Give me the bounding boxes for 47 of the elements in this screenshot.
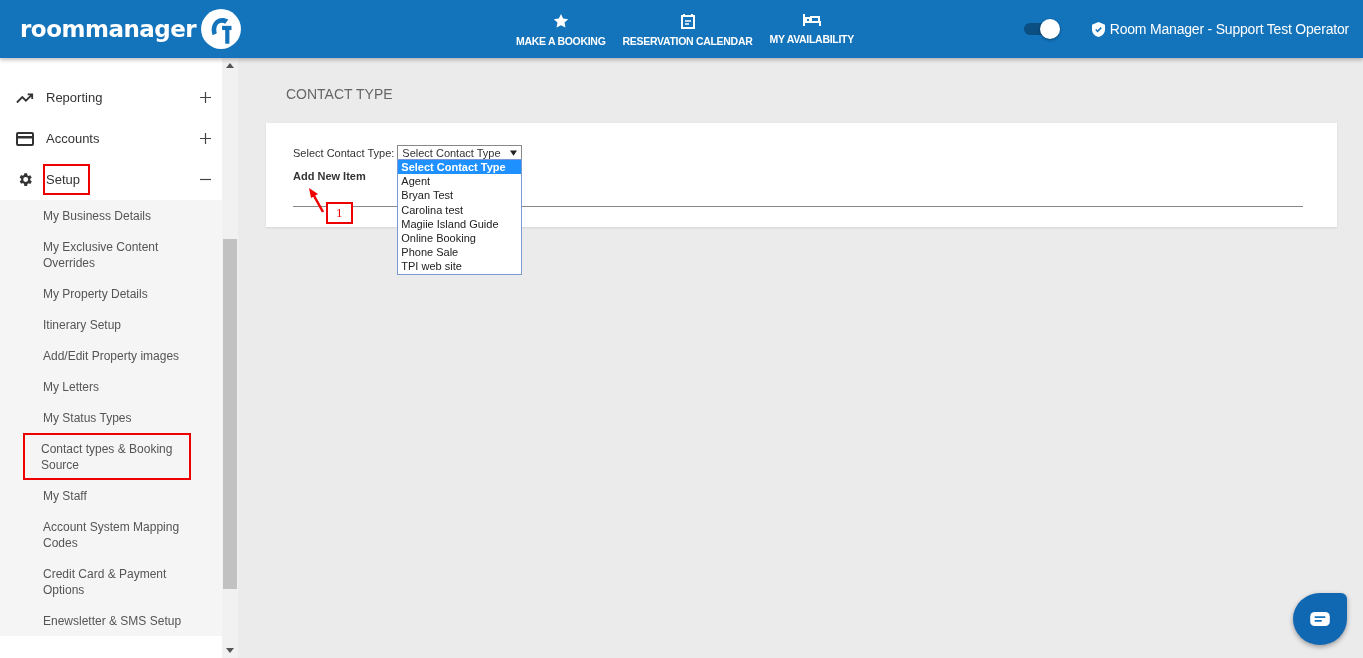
chat-icon — [1309, 611, 1331, 627]
annotation-label: 1 — [326, 202, 353, 224]
user-name: Room Manager - Support Test Operator — [1109, 21, 1349, 37]
chat-button[interactable] — [1293, 593, 1347, 645]
expand-icon[interactable] — [200, 92, 211, 103]
nav-link[interactable]: RESERVATION CALENDAR — [622, 11, 753, 47]
logo-icon — [200, 8, 243, 50]
bed-icon — [802, 13, 821, 27]
logo-text: roommanager — [20, 16, 197, 42]
scrollbar[interactable] — [222, 58, 238, 658]
scroll-down-icon[interactable] — [226, 648, 234, 653]
submenu-item[interactable]: Credit Card & Payment Options — [0, 558, 195, 605]
add-new-item-link[interactable]: Add New Item — [293, 170, 366, 182]
submenu-item[interactable]: Itinerary Setup — [0, 309, 195, 340]
submenu-item[interactable]: My Property Details — [0, 278, 195, 309]
dropdown-option[interactable]: Online Booking — [398, 231, 522, 246]
shield-icon — [1091, 21, 1105, 37]
nav-link[interactable]: MY AVAILABILITY — [769, 11, 854, 47]
dropdown-option[interactable]: TPI web site — [398, 259, 522, 274]
trend-icon — [16, 91, 34, 104]
sidebar-item[interactable]: Accounts — [0, 118, 222, 159]
submenu-item[interactable]: My Letters — [0, 371, 195, 402]
expand-icon[interactable] — [200, 133, 211, 144]
dropdown-option[interactable]: Agent — [398, 174, 522, 189]
dropdown-option[interactable]: Phone Sale — [398, 245, 522, 260]
submenu-item[interactable]: Account System Mapping Codes — [0, 511, 195, 558]
caret-icon — [510, 150, 518, 156]
submenu-item[interactable]: My Business Details — [0, 200, 195, 231]
submenu-item[interactable]: My Status Types — [0, 402, 195, 433]
select-label: Select Contact Type: — [293, 146, 395, 159]
annotation-arrow — [307, 188, 327, 214]
sidebar-item[interactable]: Setup — [0, 159, 222, 200]
calendar-icon — [679, 13, 696, 29]
sidebar-item[interactable]: Reporting — [0, 77, 222, 118]
submenu-item[interactable]: My Staff — [0, 480, 195, 511]
dropdown-option[interactable]: Carolina test — [398, 202, 522, 217]
page-title: CONTACT TYPE — [286, 86, 394, 102]
submenu-item[interactable]: Add/Edit Property images — [0, 340, 195, 371]
nav-link[interactable]: MAKE A BOOKING — [516, 11, 606, 47]
submenu-item[interactable]: Enewsletter & SMS Setup — [0, 605, 195, 636]
dropdown-option[interactable]: Bryan Test — [398, 188, 522, 203]
star-icon — [552, 13, 569, 29]
submenu-item[interactable]: My Exclusive Content Overrides — [0, 231, 195, 278]
submenu-item[interactable]: Contact types & Booking Source — [23, 433, 191, 480]
dropdown-option[interactable]: Magiie Island Guide — [398, 216, 522, 231]
credit-card-icon — [16, 131, 34, 146]
scroll-up-icon[interactable] — [226, 63, 234, 68]
